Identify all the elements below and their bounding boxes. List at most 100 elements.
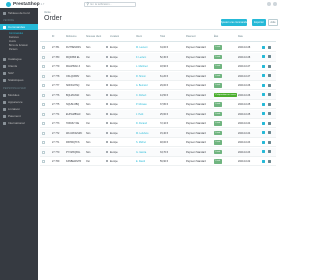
sidebar-subitem-orders[interactable]: Commandes — [9, 32, 23, 35]
customer-link[interactable]: C. Robert — [136, 94, 146, 97]
sidebar-item-modules[interactable]: Modules — [0, 92, 38, 98]
user-avatar-icon[interactable] — [273, 2, 277, 6]
edit-icon[interactable] — [268, 140, 271, 144]
column-header-new-client[interactable]: Nouveau client — [86, 36, 101, 38]
customer-link[interactable]: J. Petit — [136, 113, 143, 116]
help-button[interactable]: Aide — [268, 19, 278, 26]
table-row[interactable]: 27 781 RUTHENDSS Non Europe M. Laurent 34,00 … — [40, 43, 276, 52]
row-checkbox[interactable] — [42, 55, 45, 59]
edit-icon[interactable] — [268, 121, 271, 125]
sidebar-item-customer-service[interactable]: SAV — [0, 70, 38, 76]
status-badge[interactable]: Livré — [214, 45, 222, 50]
table-row[interactable]: 27 773 HJKMUYCE Oui Europe D. Durand 72,10 € P… — [40, 119, 276, 128]
row-checkbox[interactable] — [42, 65, 45, 68]
row-checkbox[interactable] — [42, 160, 45, 163]
column-header-status[interactable]: État — [214, 36, 218, 38]
status-badge[interactable]: Livré — [214, 54, 222, 59]
status-badge[interactable]: Livré — [214, 111, 222, 116]
view-icon[interactable] — [262, 93, 265, 97]
table-row[interactable]: 27 771 RKHMQTFS Non Europe S. Michel 48,00 € P… — [40, 138, 276, 147]
row-checkbox[interactable] — [42, 122, 45, 125]
sidebar-item-orders[interactable]: Commandes — [0, 24, 38, 30]
view-icon[interactable] — [262, 150, 265, 154]
sidebar-item-payment[interactable]: Paiement — [0, 113, 38, 119]
customer-link[interactable]: F. Leclerc — [136, 56, 146, 59]
edit-icon[interactable] — [268, 93, 271, 97]
view-icon[interactable] — [262, 55, 265, 59]
table-row[interactable]: 27 780 MQDXBZ EL Oui Europe F. Leclerc 52,30 … — [40, 52, 276, 62]
customer-link[interactable]: R. Simon — [136, 75, 146, 78]
column-header-id[interactable]: ID — [52, 36, 54, 38]
view-icon[interactable] — [262, 64, 265, 68]
table-row[interactable]: 27 776 BQLMCZAN Non Europe C. Robert 44,50 € P… — [40, 90, 276, 100]
sidebar-item-design[interactable]: Apparence — [0, 99, 38, 105]
column-header-delivery[interactable]: Livraison — [110, 36, 119, 38]
table-row[interactable]: 27 777 SDFKGHSQ Oui Europe A. Bernard 29,00 €… — [40, 81, 276, 90]
table-row[interactable]: 27 772 WLCWNGSRC Non Europe M. Lefebvre 15,40… — [40, 128, 276, 138]
customer-link[interactable]: L. Martinez — [136, 65, 148, 68]
table-row[interactable]: 27 778 OKLQCBRV Non Europe R. Simon 61,20 € Pa… — [40, 71, 276, 81]
view-icon[interactable] — [262, 45, 265, 49]
status-badge[interactable]: Préparation en cours — [214, 92, 238, 97]
sidebar-subitem-delivery-slips[interactable]: Bons de livraison — [9, 44, 28, 47]
notifications-icon[interactable] — [267, 2, 271, 6]
customer-link[interactable]: P. Moreau — [136, 103, 147, 106]
customer-link[interactable]: M. Laurent — [136, 46, 147, 49]
sidebar-subitem-carts[interactable]: Paniers — [9, 48, 17, 51]
view-icon[interactable] — [262, 102, 265, 106]
sidebar-item-shipping[interactable]: Livraison — [0, 106, 38, 112]
status-badge[interactable]: Livré — [214, 121, 222, 126]
customer-link[interactable]: D. Durand — [136, 122, 147, 125]
row-checkbox[interactable] — [42, 131, 45, 135]
status-badge[interactable]: Livré — [214, 83, 222, 88]
column-header-payment[interactable]: Paiement — [186, 36, 196, 38]
view-icon[interactable] — [262, 159, 265, 163]
customer-link[interactable]: S. Michel — [136, 141, 146, 144]
row-checkbox[interactable] — [42, 150, 45, 154]
column-header-customer[interactable]: Client — [136, 36, 142, 38]
table-row[interactable]: 27 770 PYVMXQBJL Non Europe G. Garcia 33,70 €… — [40, 147, 276, 157]
edit-icon[interactable] — [268, 45, 271, 49]
sidebar-subitem-invoices[interactable]: Factures — [9, 36, 19, 39]
column-header-total[interactable]: Total — [160, 36, 165, 38]
table-row[interactable]: 27 769 KZNBEWGTR Oui Europe E. David 56,90 € P… — [40, 157, 276, 166]
edit-icon[interactable] — [268, 55, 271, 59]
table-row[interactable]: 27 775 NQUMJJBQ Non Europe P. Moreau 37,80 € P… — [40, 100, 276, 109]
add-order-button[interactable]: Ajouter une commande — [221, 19, 247, 26]
row-checkbox[interactable] — [42, 112, 45, 116]
edit-icon[interactable] — [268, 74, 271, 78]
customer-link[interactable]: E. David — [136, 160, 145, 163]
search-input[interactable]: ⚲ Ex: la tarification... — [84, 2, 136, 7]
edit-icon[interactable] — [268, 102, 271, 106]
customer-link[interactable]: M. Lefebvre — [136, 132, 149, 135]
status-badge[interactable]: Livré — [214, 159, 222, 164]
view-icon[interactable] — [262, 112, 265, 116]
edit-icon[interactable] — [268, 150, 271, 154]
edit-icon[interactable] — [268, 112, 271, 116]
sidebar-item-catalog[interactable]: Catalogue — [0, 56, 38, 62]
sidebar-item-international[interactable]: International — [0, 120, 38, 126]
row-checkbox[interactable] — [42, 93, 45, 97]
status-badge[interactable]: Livré — [214, 149, 222, 154]
brand-logo[interactable]: PrestaShop 1.7 — [6, 1, 44, 7]
export-button[interactable]: Exporter — [252, 19, 266, 26]
sidebar-item-stats[interactable]: Statistiques — [0, 77, 38, 83]
edit-icon[interactable] — [268, 83, 271, 87]
edit-icon[interactable] — [268, 131, 271, 135]
sidebar-item-dashboard[interactable]: Tableau de bord — [0, 10, 38, 16]
edit-icon[interactable] — [268, 64, 271, 68]
edit-icon[interactable] — [268, 159, 271, 163]
view-icon[interactable] — [262, 131, 265, 135]
view-icon[interactable] — [262, 74, 265, 78]
status-badge[interactable]: Livré — [214, 64, 222, 69]
status-badge[interactable]: Livré — [214, 130, 222, 135]
customer-link[interactable]: A. Bernard — [136, 84, 147, 87]
view-icon[interactable] — [262, 140, 265, 144]
table-row[interactable]: 27 774 EUPGMBSLF Non Europe J. Petit 25,60 € P… — [40, 109, 276, 119]
breadcrumb[interactable]: Vente — [44, 11, 51, 14]
view-icon[interactable] — [262, 83, 265, 87]
row-checkbox[interactable] — [42, 84, 45, 87]
sidebar-subitem-credit-slips[interactable]: Avoirs — [9, 40, 16, 43]
row-checkbox[interactable] — [42, 141, 45, 144]
row-checkbox[interactable] — [42, 46, 45, 49]
